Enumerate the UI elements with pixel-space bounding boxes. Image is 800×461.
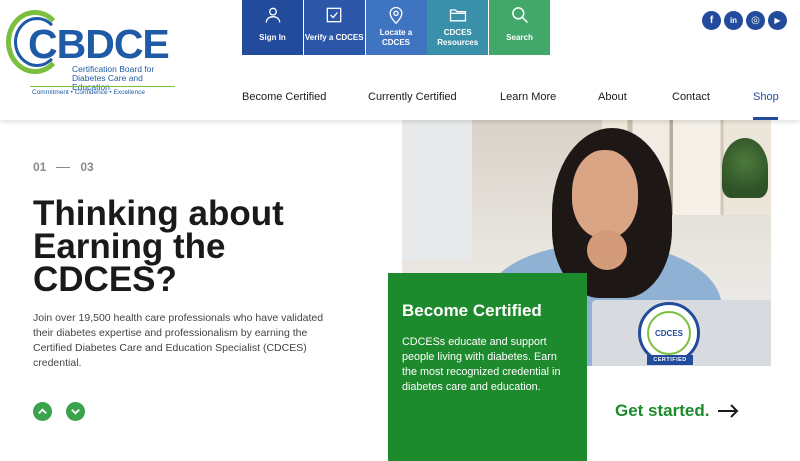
sign-in-button[interactable]: Sign In bbox=[242, 0, 303, 55]
nav-shop[interactable]: Shop bbox=[753, 91, 779, 103]
locate-cdces-label: Locate a CDCES bbox=[379, 28, 413, 47]
badge-inner-ring: CDCES bbox=[647, 311, 691, 355]
nav-become-certified[interactable]: Become Certified bbox=[242, 91, 326, 103]
slide-counter: 01 03 bbox=[33, 160, 94, 174]
cbdce-logo[interactable]: CBDCE Certification Board for Diabetes C… bbox=[6, 8, 176, 100]
card-body: CDCESs educate and support people living… bbox=[402, 336, 561, 393]
slider-controls bbox=[33, 402, 99, 421]
chevron-down-icon bbox=[71, 409, 80, 415]
linkedin-icon[interactable]: in bbox=[724, 11, 743, 30]
verify-cdces-button[interactable]: Verify a CDCES bbox=[303, 0, 365, 55]
slide-next-button[interactable] bbox=[66, 402, 85, 421]
slide-prev-button[interactable] bbox=[33, 402, 52, 421]
chevron-up-icon bbox=[38, 408, 47, 414]
hero-headline: Thinking about Earning the CDCES? bbox=[33, 194, 284, 299]
facebook-icon[interactable]: f bbox=[702, 11, 721, 30]
cdces-resources-label: CDCES Resources bbox=[437, 28, 479, 47]
slide-current: 01 bbox=[33, 160, 47, 174]
nav-about[interactable]: About bbox=[598, 91, 627, 103]
main-nav: Become Certified Currently Certified Lea… bbox=[0, 91, 800, 120]
photo-plant bbox=[722, 138, 768, 198]
nav-contact[interactable]: Contact bbox=[672, 91, 710, 103]
search-label: Search bbox=[506, 33, 533, 42]
map-pin-icon bbox=[385, 4, 407, 26]
counter-divider bbox=[56, 166, 71, 168]
get-started-label: Get started. bbox=[615, 401, 710, 420]
become-certified-card: Become Certified CDCESs educate and supp… bbox=[388, 273, 587, 461]
site-header: CBDCE Certification Board for Diabetes C… bbox=[0, 0, 800, 120]
search-button[interactable]: Search bbox=[489, 0, 550, 55]
badge-ribbon: CERTIFIED bbox=[647, 355, 693, 365]
hero-slider: 01 03 Thinking about Earning the CDCES? … bbox=[0, 120, 800, 461]
search-icon bbox=[509, 4, 531, 26]
nav-learn-more[interactable]: Learn More bbox=[500, 91, 556, 103]
verify-cdces-label: Verify a CDCES bbox=[304, 33, 364, 42]
cdces-resources-button[interactable]: CDCES Resources bbox=[427, 0, 489, 55]
instagram-icon[interactable]: ◎ bbox=[746, 11, 765, 30]
checkbox-icon bbox=[323, 4, 345, 26]
logo-divider bbox=[30, 86, 175, 87]
photo-person-face bbox=[572, 150, 638, 238]
youtube-icon[interactable]: ▶ bbox=[768, 11, 787, 30]
user-icon bbox=[262, 4, 284, 26]
sign-in-label: Sign In bbox=[259, 33, 286, 42]
quick-links: Sign In Verify a CDCES Locate a CDCES CD… bbox=[242, 0, 551, 55]
locate-cdces-button[interactable]: Locate a CDCES bbox=[365, 0, 427, 55]
logo-wordmark: CBDCE bbox=[28, 21, 170, 67]
hero-description: Join over 19,500 health care professiona… bbox=[33, 312, 324, 369]
photo-window bbox=[402, 120, 472, 260]
card-title: Become Certified bbox=[402, 301, 542, 320]
social-links: f in ◎ ▶ bbox=[699, 11, 787, 30]
photo-person-hand bbox=[587, 230, 627, 270]
slide-total: 03 bbox=[80, 160, 94, 174]
get-started-link[interactable]: Get started. bbox=[615, 401, 739, 421]
nav-active-indicator bbox=[753, 117, 778, 120]
badge-text: CDCES bbox=[654, 328, 683, 338]
nav-currently-certified[interactable]: Currently Certified bbox=[368, 91, 457, 103]
cdces-certified-badge: CDCES CERTIFIED bbox=[638, 302, 700, 365]
arrow-right-icon bbox=[718, 404, 739, 418]
folder-icon bbox=[447, 4, 469, 26]
logo-subtitle: Certification Board for Diabetes Care an… bbox=[72, 64, 155, 92]
